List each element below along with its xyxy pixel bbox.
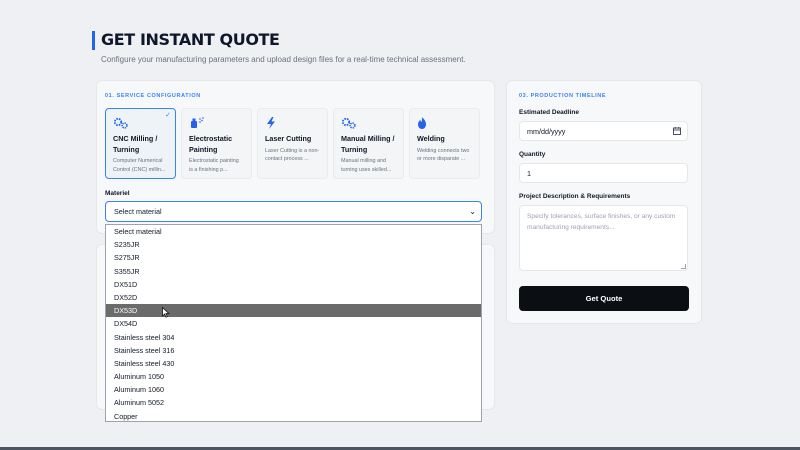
service-description: Manual milling and turning uses skilled.… xyxy=(341,158,392,173)
project-description-textarea[interactable]: Specify tolerances, surface finishes, or… xyxy=(519,205,688,271)
service-configuration-label: 01. SERVICE CONFIGURATION xyxy=(105,93,201,99)
service-tile-welding[interactable]: Welding Welding connects two or more dis… xyxy=(409,108,480,179)
service-description: Electrostatic painting is a finishing p.… xyxy=(189,158,239,173)
mouse-cursor-icon xyxy=(162,307,170,318)
spray-gun-icon xyxy=(191,117,204,128)
material-label: Materiel xyxy=(105,190,130,197)
quantity-input[interactable]: 1 xyxy=(519,163,688,183)
dropdown-option[interactable]: S355JR xyxy=(106,265,481,278)
service-tile-cnc-milling[interactable]: ✓ CNC Milling / Turning Computer Numeric… xyxy=(105,108,176,179)
service-tile-manual-milling[interactable]: Manual Milling / Turning Manual milling … xyxy=(333,108,404,179)
description-label: Project Description & Requirements xyxy=(519,193,631,200)
get-quote-button[interactable]: Get Quote xyxy=(519,286,689,311)
dropdown-option[interactable]: Copper xyxy=(106,410,481,421)
material-dropdown-list[interactable]: Select material S235JR S275JR S355JR DX51D DX… xyxy=(105,224,482,422)
service-title: CNC Milling / Turning xyxy=(113,134,158,154)
check-icon: ✓ xyxy=(165,112,171,119)
page-title: GET INSTANT QUOTE xyxy=(101,30,280,49)
service-description: Computer Numerical Control (CNC) millin.… xyxy=(113,158,166,173)
dropdown-option[interactable]: Stainless steel 430 xyxy=(106,357,481,370)
service-title: Laser Cutting xyxy=(265,134,312,143)
service-title: Electrostatic Painting xyxy=(189,134,233,154)
dropdown-option[interactable]: Aluminum 1050 xyxy=(106,370,481,383)
dropdown-option[interactable]: DX52D xyxy=(106,291,481,304)
gears-icon xyxy=(341,117,356,129)
page-subtitle: Configure your manufacturing parameters … xyxy=(101,55,466,64)
deadline-date-input[interactable]: mm/dd/yyyy xyxy=(519,121,688,141)
dropdown-option[interactable]: Stainless steel 304 xyxy=(106,331,481,344)
dropdown-option[interactable]: S275JR xyxy=(106,251,481,264)
service-description: Welding connects two or more disparate .… xyxy=(417,147,470,163)
service-tile-laser-cutting[interactable]: Laser Cutting Laser Cutting is a non-con… xyxy=(257,108,328,179)
flame-icon xyxy=(418,117,426,129)
service-title: Manual Milling / Turning xyxy=(341,134,395,154)
dropdown-option[interactable]: DX51D xyxy=(106,278,481,291)
quantity-label: Quantity xyxy=(519,151,546,158)
quantity-value: 1 xyxy=(527,169,531,178)
dropdown-option[interactable]: DX54D xyxy=(106,317,481,330)
calendar-icon[interactable] xyxy=(673,127,681,135)
production-timeline-label: 03. PRODUCTION TIMELINE xyxy=(519,93,607,99)
material-select-value: Select material xyxy=(114,207,162,216)
service-description: Laser Cutting is a non-contact process .… xyxy=(265,147,320,163)
description-placeholder: Specify tolerances, surface finishes, or… xyxy=(527,213,676,231)
dropdown-option[interactable]: Stainless steel 316 xyxy=(106,344,481,357)
gears-icon xyxy=(113,117,128,129)
title-accent-bar xyxy=(92,31,95,50)
dropdown-option[interactable]: S235JR xyxy=(106,238,481,251)
dropdown-option[interactable]: Aluminum 1060 xyxy=(106,383,481,396)
deadline-label: Estimated Deadline xyxy=(519,109,579,116)
material-select[interactable]: Select material ⌄ xyxy=(105,201,482,222)
service-tile-electrostatic-painting[interactable]: Electrostatic Painting Electrostatic pai… xyxy=(181,108,252,179)
service-title: Welding xyxy=(417,134,445,143)
chevron-down-icon: ⌄ xyxy=(469,207,476,216)
dropdown-option[interactable]: Select material xyxy=(106,225,481,238)
lightning-icon xyxy=(267,117,275,129)
resize-handle[interactable] xyxy=(681,264,686,269)
dropdown-option[interactable]: Aluminum 5052 xyxy=(106,396,481,409)
deadline-placeholder: mm/dd/yyyy xyxy=(527,127,566,136)
